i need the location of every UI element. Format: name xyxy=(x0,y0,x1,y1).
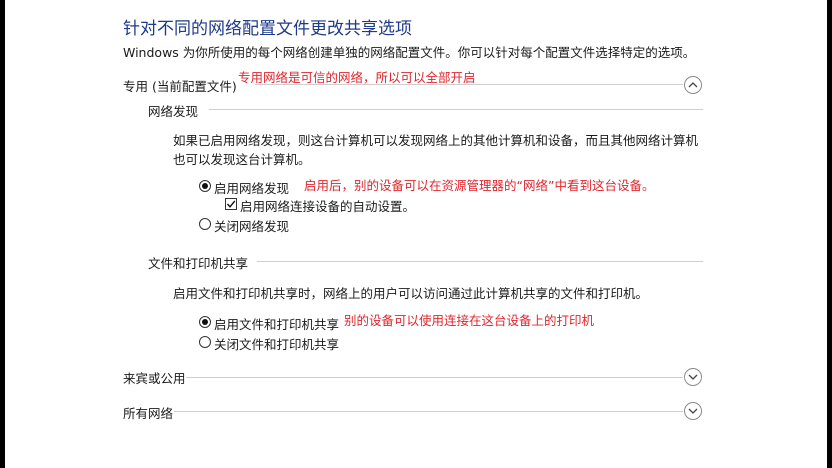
private-divider xyxy=(255,84,683,85)
network-discovery-annotation: 启用后，别的设备可以在资源管理器的“网络”中看到这台设备。 xyxy=(304,178,655,193)
enable-file-printer-sharing-label[interactable]: 启用文件和打印机共享 xyxy=(214,314,339,333)
guest-public-divider xyxy=(186,377,683,378)
chevron-down-icon xyxy=(688,374,698,380)
all-networks-expand-button[interactable] xyxy=(684,402,702,420)
auto-setup-checkbox[interactable] xyxy=(225,198,237,210)
disable-file-printer-sharing-label[interactable]: 关闭文件和打印机共享 xyxy=(214,334,339,353)
file-printer-sharing-divider xyxy=(257,261,703,262)
enable-file-printer-sharing-radio[interactable] xyxy=(199,316,211,328)
all-networks-divider xyxy=(174,411,683,412)
disable-network-discovery-label[interactable]: 关闭网络发现 xyxy=(214,216,289,235)
network-discovery-heading: 网络发现 xyxy=(148,104,199,119)
section-guest-public-label[interactable]: 来宾或公用 xyxy=(123,368,186,387)
checkmark-icon xyxy=(226,200,236,208)
chevron-down-icon xyxy=(688,408,698,414)
disable-file-printer-sharing-radio[interactable] xyxy=(199,336,211,348)
file-printer-sharing-heading: 文件和打印机共享 xyxy=(148,256,249,271)
auto-setup-label[interactable]: 启用网络连接设备的自动设置。 xyxy=(240,196,415,215)
section-all-networks-label[interactable]: 所有网络 xyxy=(123,403,173,422)
network-discovery-divider xyxy=(209,109,703,110)
page-title: 针对不同的网络配置文件更改共享选项 xyxy=(123,19,412,39)
guest-public-expand-button[interactable] xyxy=(684,368,702,386)
file-printer-sharing-description: 启用文件和打印机共享时，网络上的用户可以访问通过此计算机共享的文件和打印机。 xyxy=(173,286,649,301)
private-collapse-button[interactable] xyxy=(684,76,702,94)
enable-network-discovery-label[interactable]: 启用网络发现 xyxy=(214,178,289,197)
file-printer-sharing-annotation: 别的设备可以使用连接在这台设备上的打印机 xyxy=(344,313,595,328)
network-discovery-description: 如果已启用网络发现，则这台计算机可以发现网络上的其他计算机和设备，而且其他网络计… xyxy=(173,133,699,167)
chevron-up-icon xyxy=(688,82,698,88)
section-private-label[interactable]: 专用 (当前配置文件) xyxy=(123,76,237,95)
page-description: Windows 为你所使用的每个网络创建单独的网络配置文件。你可以针对每个配置文… xyxy=(123,45,696,60)
sharing-settings-panel: 针对不同的网络配置文件更改共享选项 Windows 为你所使用的每个网络创建单独… xyxy=(5,0,827,468)
disable-network-discovery-radio[interactable] xyxy=(199,218,211,230)
enable-network-discovery-radio[interactable] xyxy=(199,180,211,192)
